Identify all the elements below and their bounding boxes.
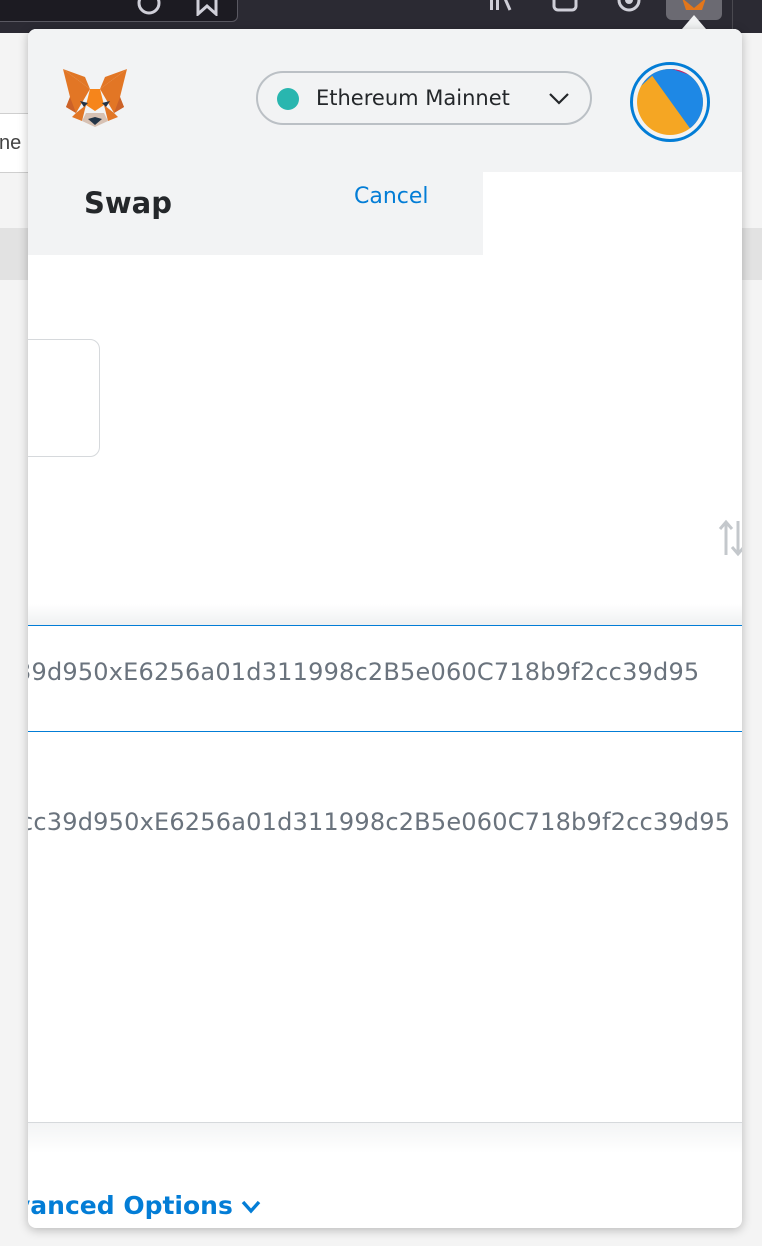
network-status-dot: [277, 88, 299, 110]
account-toolbar-icon[interactable]: [616, 0, 642, 16]
network-selector[interactable]: Ethereum Mainnet: [256, 71, 592, 125]
reload-icon[interactable]: [136, 0, 162, 16]
library-icon[interactable]: [488, 0, 514, 16]
network-label: Ethereum Mainnet: [316, 86, 510, 110]
account-avatar[interactable]: [630, 62, 710, 142]
token-search-dropdown: 39d950xE6256a01d311998c2B5e060C718b9f2cc…: [28, 625, 742, 1123]
search-result-label: cc39d950xE6256a01d311998c2B5e060C718b9f2…: [28, 808, 731, 836]
swap-direction-icon[interactable]: [718, 519, 742, 557]
identicon-icon: [637, 69, 703, 135]
token-search-input[interactable]: 39d950xE6256a01d311998c2B5e060C718b9f2cc…: [28, 626, 742, 732]
dropdown-shadow: [28, 604, 742, 626]
metamask-fox-icon[interactable]: [60, 67, 130, 133]
chevron-down-icon: [241, 1200, 261, 1214]
app-header: Ethereum Mainnet: [28, 29, 742, 172]
bookmark-icon[interactable]: [194, 0, 220, 16]
sidebar-icon[interactable]: [552, 0, 578, 16]
advanced-options-label: vanced Options: [28, 1191, 233, 1220]
swap-header: Swap Cancel: [28, 172, 483, 255]
dropdown-bottom-shadow: [28, 1123, 742, 1153]
advanced-options-toggle[interactable]: vanced Options: [28, 1191, 261, 1220]
chevron-down-icon: [549, 93, 569, 105]
search-result-item[interactable]: cc39d950xE6256a01d311998c2B5e060C718b9f2…: [28, 796, 742, 846]
page-title: Swap: [84, 186, 173, 220]
popup-caret: [682, 15, 706, 29]
search-input-value: 39d950xE6256a01d311998c2B5e060C718b9f2cc…: [28, 658, 700, 686]
swap-from-token-box[interactable]: [28, 339, 100, 457]
metamask-popup: Ethereum Mainnet Swap Cancel 39d950xE625…: [28, 29, 742, 1228]
cancel-button[interactable]: Cancel: [354, 184, 429, 209]
